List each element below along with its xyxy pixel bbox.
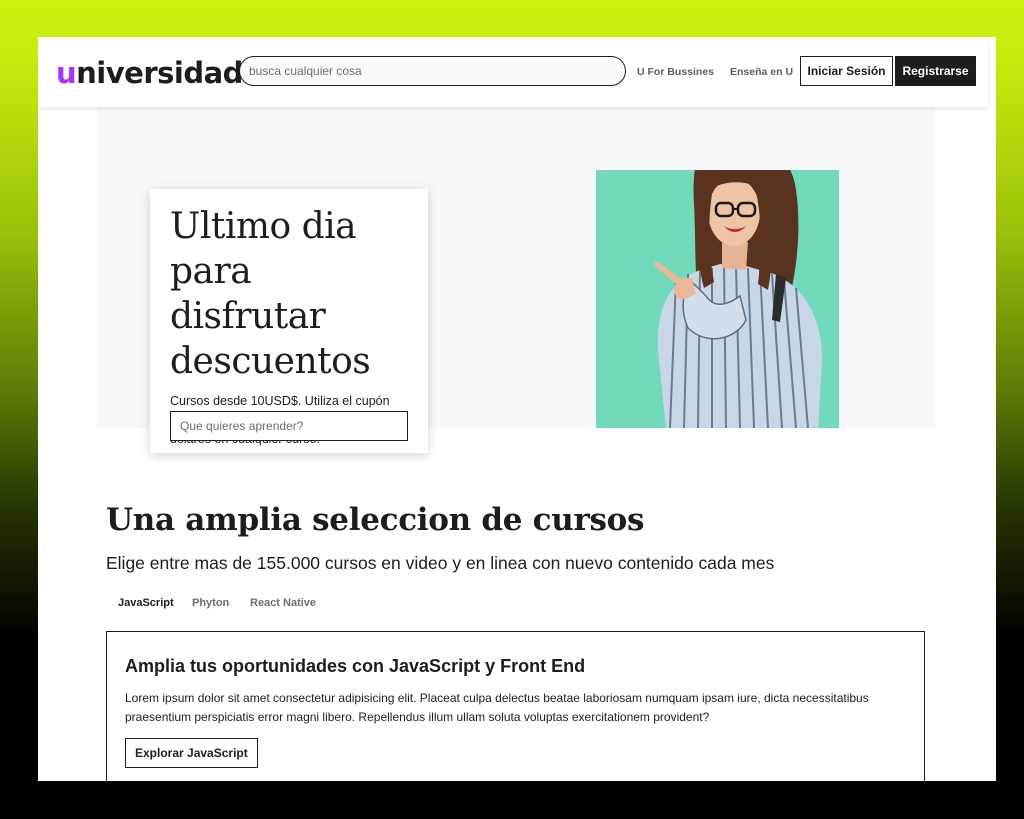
top-navbar: universidad U For Bussines Enseña en U I… [38,37,988,107]
tab-javascript[interactable]: JavaScript [118,597,174,609]
tab-react-native[interactable]: React Native [250,597,316,609]
course-panel: Amplia tus oportunidades con JavaScript … [106,631,925,781]
logo-accent-letter: u [56,56,77,90]
hero-image [596,170,839,428]
course-panel-heading: Amplia tus oportunidades con JavaScript … [125,656,586,676]
nav-link-business[interactable]: U For Bussines [637,65,714,79]
courses-section-title: Una amplia seleccion de cursos [106,502,645,538]
woman-pointing-illustration [653,170,822,428]
search-input[interactable] [239,56,626,86]
courses-section-subtitle: Elige entre mas de 155.000 cursos en vid… [106,553,775,573]
login-button[interactable]: Iniciar Sesión [800,56,893,86]
course-panel-description: Lorem ipsum dolor sit amet consectetur a… [125,691,869,724]
logo[interactable]: universidad [56,53,243,93]
explore-javascript-button[interactable]: Explorar JavaScript [125,738,258,768]
register-button[interactable]: Registrarse [895,56,976,86]
promo-title: Ultimo dia para disfrutar descuentos [170,206,371,382]
tab-phyton[interactable]: Phyton [192,597,229,609]
learn-search-input[interactable] [170,411,408,441]
promo-card: Ultimo dia para disfrutar descuentos Cur… [150,189,428,453]
nav-link-teach[interactable]: Enseña en U [730,65,793,79]
logo-text: niversidad [76,56,243,90]
page-frame: universidad U For Bussines Enseña en U I… [38,37,996,781]
